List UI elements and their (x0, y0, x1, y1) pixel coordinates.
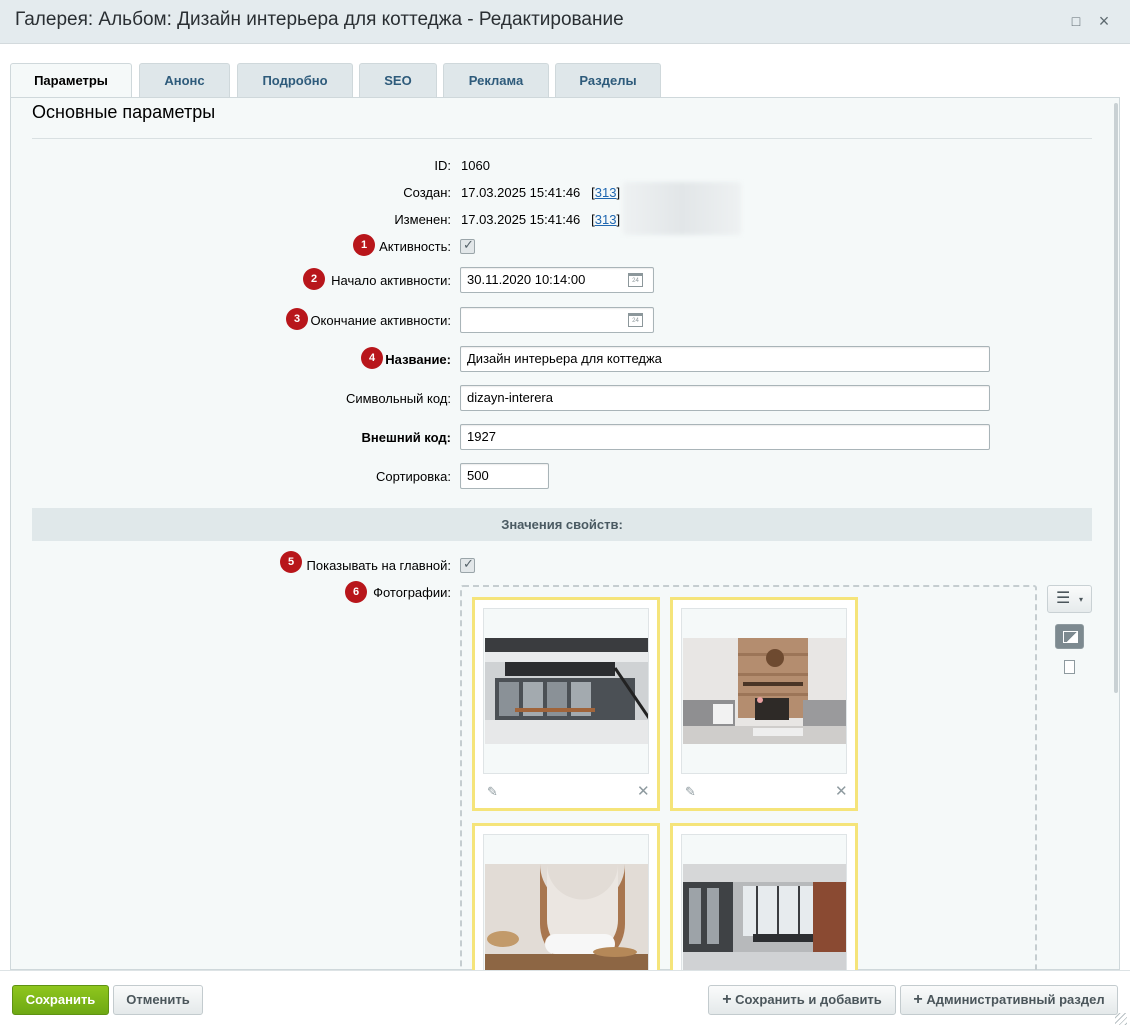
calendar-icon[interactable]: 24 (628, 313, 643, 327)
sort-input[interactable]: 500 (460, 463, 549, 489)
xml-id-input[interactable]: 1927 (460, 424, 990, 450)
admin-section-button[interactable]: + Административный раздел (900, 985, 1118, 1015)
remove-icon[interactable]: ✕ (637, 782, 650, 800)
tab-parameters[interactable]: Параметры (10, 63, 132, 99)
tab-announce[interactable]: Анонс (139, 63, 230, 98)
plus-icon: + (722, 991, 732, 1008)
save-and-add-label: Сохранить и добавить (735, 992, 882, 1007)
active-label: Активность: (379, 239, 451, 254)
badge-4: 4 (361, 347, 383, 369)
modified-row: 17.03.2025 15:41:46 [313] (461, 212, 620, 227)
chevron-down-icon: ▾ (1079, 595, 1084, 604)
close-icon[interactable]: × (1095, 12, 1113, 30)
window-titlebar: Галерея: Альбом: Дизайн интерьера для ко… (0, 0, 1130, 44)
scrollbar[interactable] (1114, 103, 1118, 693)
edit-icon[interactable]: ✎ (487, 784, 498, 800)
photo-card[interactable]: ✎ ✕ (670, 597, 858, 811)
active-checkbox[interactable] (460, 237, 475, 254)
tab-seo[interactable]: SEO (359, 63, 437, 98)
divider (32, 138, 1092, 139)
photo-thumbnail (485, 864, 648, 970)
file-view-icon[interactable] (1064, 660, 1075, 674)
remove-icon[interactable]: ✕ (835, 782, 848, 800)
photo-menu-button[interactable]: ☰ ▾ (1047, 585, 1092, 613)
name-label: Название: (385, 352, 451, 367)
photo-frame (681, 608, 847, 774)
id-label: ID: (434, 158, 451, 173)
created-value: 17.03.2025 15:41:46 (461, 185, 581, 200)
window-title: Галерея: Альбом: Дизайн интерьера для ко… (15, 9, 624, 30)
cancel-button[interactable]: Отменить (113, 985, 203, 1015)
tab-advertising[interactable]: Реклама (443, 63, 549, 98)
menu-icon: ☰ (1056, 590, 1071, 607)
edit-icon[interactable]: ✎ (685, 784, 696, 800)
save-and-add-button[interactable]: + Сохранить и добавить (708, 985, 896, 1015)
plus-icon: + (913, 991, 923, 1008)
created-label: Создан: (403, 185, 451, 200)
maximize-icon[interactable]: □ (1067, 12, 1085, 30)
tab-sections[interactable]: Разделы (555, 63, 661, 98)
active-to-label: Окончание активности: (310, 313, 451, 328)
resize-handle-icon[interactable] (1115, 1013, 1127, 1025)
admin-section-label: Административный раздел (926, 992, 1105, 1007)
sort-label: Сортировка: (376, 469, 451, 484)
name-input[interactable]: Дизайн интерьера для коттеджа (460, 346, 990, 372)
created-user-suffix: ] (616, 185, 621, 200)
active-to-input[interactable] (460, 307, 654, 333)
code-label: Символьный код: (345, 391, 451, 406)
badge-6: 6 (345, 581, 367, 603)
photo-thumbnail (485, 638, 648, 744)
modified-value: 17.03.2025 15:41:46 (461, 212, 581, 227)
show-on-main-checkbox[interactable] (460, 556, 475, 573)
save-button[interactable]: Сохранить (12, 985, 109, 1015)
code-input[interactable]: dizayn-interera (460, 385, 990, 411)
active-from-input[interactable]: 30.11.2020 10:14:00 (460, 267, 654, 293)
badge-3: 3 (286, 308, 308, 330)
badge-2: 2 (303, 268, 325, 290)
created-row: 17.03.2025 15:41:46 [313] (461, 185, 620, 200)
photo-thumbnail (683, 638, 846, 744)
badge-5: 5 (280, 551, 302, 573)
xml-id-label: Внешний код: (361, 430, 451, 445)
badge-1: 1 (353, 234, 375, 256)
id-value: 1060 (461, 158, 490, 173)
modified-user-link[interactable]: 313 (595, 212, 617, 227)
photo-frame (483, 608, 649, 774)
photo-thumbnail (683, 864, 846, 970)
image-view-icon[interactable] (1055, 624, 1084, 649)
redacted-user-name (623, 182, 741, 235)
properties-header: Значения свойств: (32, 508, 1092, 541)
photos-label: Фотографии: (373, 585, 451, 600)
modified-user-suffix: ] (616, 212, 621, 227)
created-user-link[interactable]: 313 (595, 185, 617, 200)
active-from-label: Начало активности: (331, 273, 451, 288)
section-title: Основные параметры (32, 102, 216, 122)
show-on-main-label: Показывать на главной: (306, 558, 451, 573)
modified-label: Изменен: (394, 212, 451, 227)
photo-card[interactable]: ✎ ✕ (472, 597, 660, 811)
calendar-icon[interactable]: 24 (628, 273, 643, 287)
tab-details[interactable]: Подробно (237, 63, 353, 98)
